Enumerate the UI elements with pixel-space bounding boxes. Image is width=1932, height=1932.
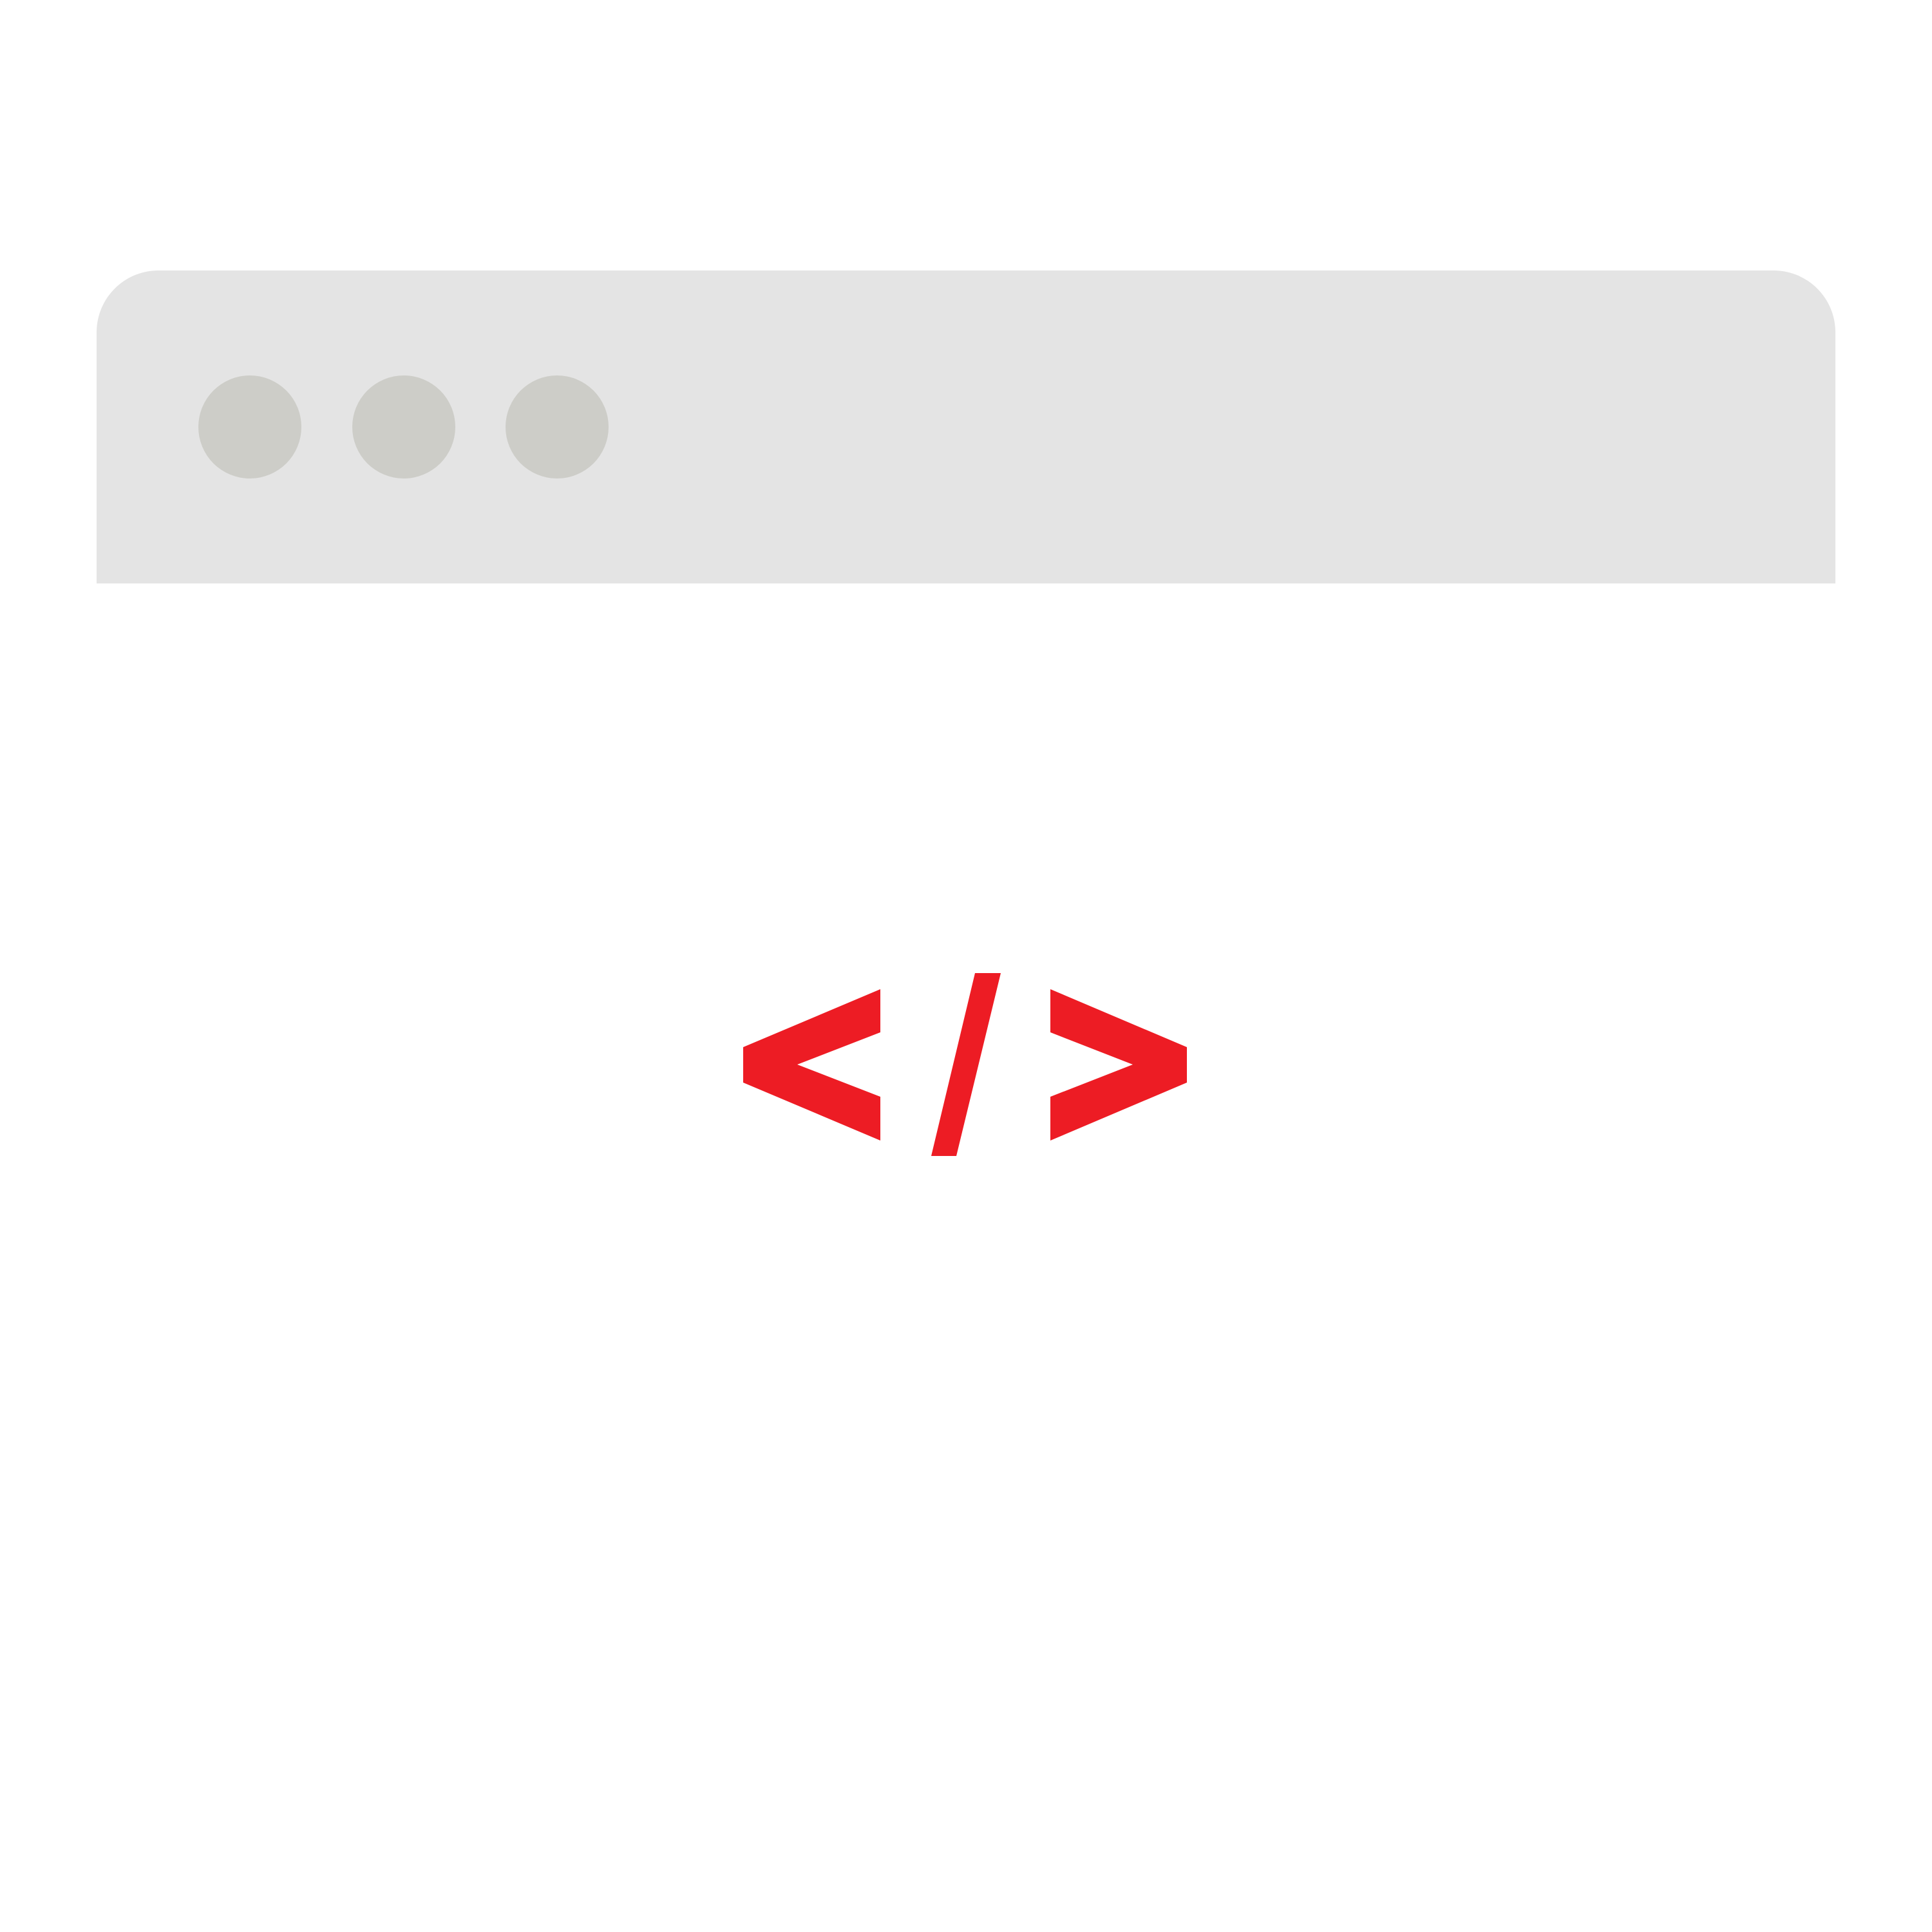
code-brackets-icon: [743, 973, 1187, 1156]
window-dot-icon[interactable]: [506, 375, 609, 478]
window-dot-icon[interactable]: [198, 375, 301, 478]
browser-window-illustration: [0, 0, 1932, 1932]
left-angle-bracket: [743, 989, 880, 1141]
window-dot-icon[interactable]: [352, 375, 455, 478]
window-titlebar: [97, 270, 1835, 583]
right-angle-bracket: [1050, 989, 1187, 1141]
slash: [931, 973, 1001, 1156]
